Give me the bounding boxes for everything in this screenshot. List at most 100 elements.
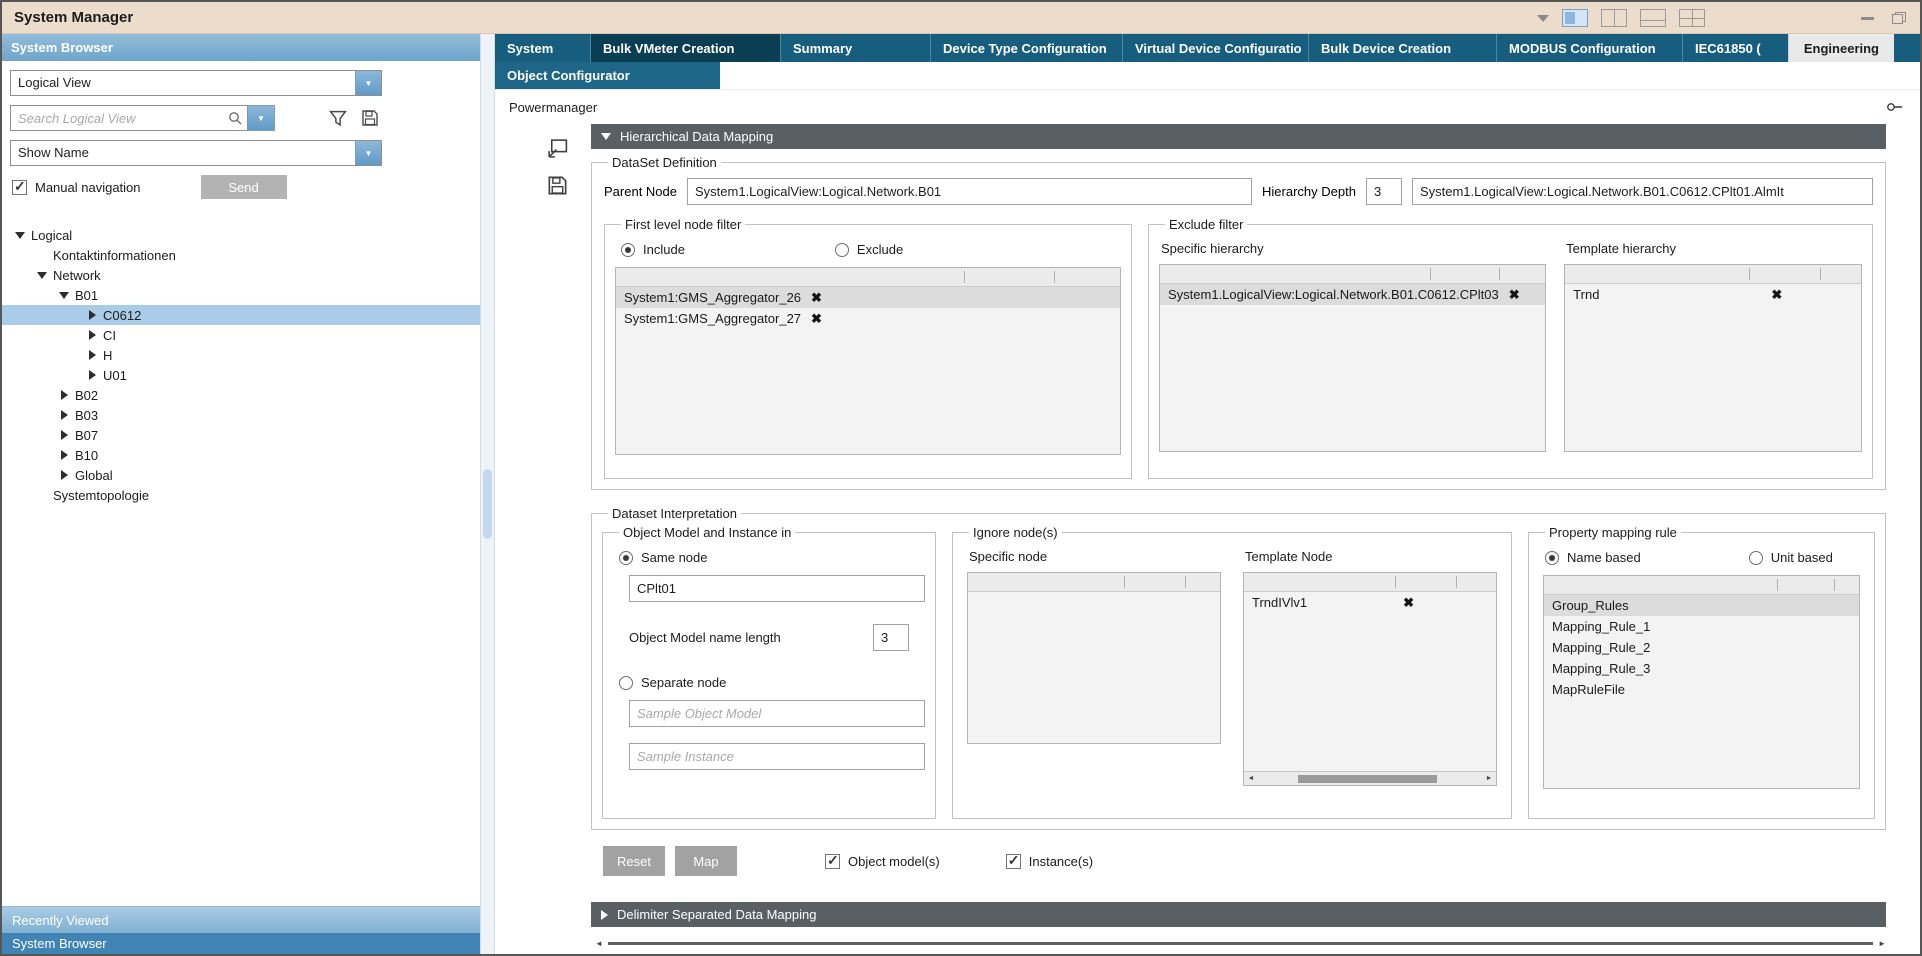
first-level-filter-list[interactable]: System1:GMS_Aggregator_26 ✖ System1:GMS_… [615,267,1121,455]
tree-item-ci[interactable]: CI [2,325,480,345]
name-based-radio[interactable] [1545,551,1559,565]
list-item[interactable]: System1.LogicalView:Logical.Network.B01.… [1160,284,1545,305]
tree-item-network[interactable]: Network [2,265,480,285]
tree-item-kontaktinformationen[interactable]: Kontaktinformationen [2,245,480,265]
scrollbar-thumb[interactable] [608,942,1873,945]
expand-arrow-icon[interactable] [15,232,25,239]
tree-item-h[interactable]: H [2,345,480,365]
search-icon[interactable] [228,111,242,125]
hierarchy-depth-input[interactable] [1366,178,1402,205]
collapse-arrow-icon[interactable] [61,430,68,440]
import-icon[interactable] [523,138,591,159]
collapse-section-icon[interactable] [601,133,611,140]
collapse-arrow-icon[interactable] [89,370,96,380]
remove-icon[interactable]: ✖ [1509,287,1520,303]
tree-item-b07[interactable]: B07 [2,425,480,445]
template-hierarchy-list[interactable]: Trnd ✖ [1564,264,1862,452]
specific-node-list[interactable] [967,572,1221,744]
tab-bulk-device-creation[interactable]: Bulk Device Creation [1308,34,1496,62]
layout-two-pane-icon[interactable] [1562,9,1588,27]
restore-button[interactable] [1892,12,1906,24]
dropdown-arrow-icon[interactable]: ▼ [355,71,381,95]
include-radio-item[interactable]: Include [621,242,685,257]
name-length-input[interactable] [873,624,909,651]
layout-split-vertical-icon[interactable] [1601,9,1627,27]
tab-iec61850[interactable]: IEC61850 ( [1682,34,1768,62]
list-item[interactable]: System1:GMS_Aggregator_27 ✖ [616,308,1120,329]
layout-quad-pane-icon[interactable] [1679,9,1705,27]
filter-funnel-icon[interactable] [329,110,347,127]
horizontal-scrollbar[interactable]: ◄ ► [1244,771,1496,785]
tab-modbus-configuration[interactable]: MODBUS Configuration [1496,34,1682,62]
delimiter-data-mapping-header[interactable]: Delimiter Separated Data Mapping [591,902,1886,927]
splitter-thumb[interactable] [483,469,492,539]
tree-item-global[interactable]: Global [2,465,480,485]
unit-based-radio[interactable] [1749,551,1763,565]
instances-checkbox[interactable] [1006,854,1021,869]
object-models-checkbox[interactable] [825,854,840,869]
pin-icon[interactable] [1886,100,1904,119]
collapse-arrow-icon[interactable] [61,450,68,460]
remove-icon[interactable]: ✖ [811,290,822,306]
mapping-rules-list[interactable]: Group_Rules Mapping_Rule_1 Mapping_Rule_… [1543,575,1860,789]
save-search-icon[interactable] [361,109,379,127]
specific-hierarchy-list[interactable]: System1.LogicalView:Logical.Network.B01.… [1159,264,1546,452]
remove-icon[interactable]: ✖ [811,311,822,327]
list-item[interactable]: Mapping_Rule_1 [1544,616,1859,637]
template-node-list[interactable]: TrndIVlv1 ✖ ◄ ► [1243,572,1497,786]
tree-item-c0612[interactable]: C0612 [2,305,480,325]
search-dropdown-arrow-icon[interactable]: ▼ [248,105,275,131]
collapse-arrow-icon[interactable] [61,390,68,400]
tree-item-logical[interactable]: Logical [2,225,480,245]
minimize-button[interactable] [1861,17,1874,20]
main-horizontal-scrollbar[interactable]: ◄ ► [595,937,1886,949]
view-dropdown[interactable]: Logical View ▼ [10,70,382,96]
expand-section-icon[interactable] [601,910,608,920]
list-item[interactable]: TrndIVlv1 ✖ [1244,592,1496,613]
remove-icon[interactable]: ✖ [1771,287,1782,303]
recently-viewed-bar[interactable]: Recently Viewed [2,906,480,933]
display-mode-dropdown[interactable]: Show Name ▼ [10,140,382,166]
collapse-arrow-icon[interactable] [89,310,96,320]
tree-item-b10[interactable]: B10 [2,445,480,465]
sample-instance-input[interactable] [629,743,925,770]
expand-arrow-icon[interactable] [37,272,47,279]
reset-button[interactable]: Reset [603,846,665,876]
sample-object-model-input[interactable] [629,700,925,727]
tab-system[interactable]: System [495,34,590,62]
collapse-arrow-icon[interactable] [89,330,96,340]
hierarchical-data-mapping-header[interactable]: Hierarchical Data Mapping [591,124,1886,149]
send-button[interactable]: Send [201,175,287,199]
tab-virtual-device-configuration[interactable]: Virtual Device Configuratio [1122,34,1308,62]
layout-bottom-pane-icon[interactable] [1640,9,1666,27]
sidebar-splitter[interactable] [480,34,495,954]
scroll-left-arrow-icon[interactable]: ◄ [1246,775,1256,782]
list-item[interactable]: Group_Rules [1544,595,1859,616]
tree-item-b01[interactable]: B01 [2,285,480,305]
unit-based-radio-item[interactable]: Unit based [1749,550,1833,565]
scroll-right-arrow-icon[interactable]: ► [1484,775,1494,782]
dropdown-arrow-icon[interactable]: ▼ [355,141,381,165]
sidebar-footer-tab[interactable]: System Browser [2,933,480,954]
same-node-radio-item[interactable]: Same node [619,550,925,565]
expand-arrow-icon[interactable] [59,292,69,299]
list-item[interactable]: Mapping_Rule_3 [1544,658,1859,679]
hierarchy-node-input[interactable] [1412,178,1873,205]
same-node-input[interactable] [629,575,925,602]
tree-item-b03[interactable]: B03 [2,405,480,425]
scrollbar-thumb[interactable] [1298,775,1437,783]
tree-item-u01[interactable]: U01 [2,365,480,385]
collapse-arrow-icon[interactable] [61,410,68,420]
tab-summary[interactable]: Summary [780,34,930,62]
tab-device-type-configuration[interactable]: Device Type Configuration [930,34,1122,62]
tab-bulk-vmeter-creation[interactable]: Bulk VMeter Creation [590,34,780,62]
save-icon[interactable] [523,175,591,196]
scroll-right-arrow-icon[interactable]: ► [1878,939,1886,948]
same-node-radio[interactable] [619,551,633,565]
list-item[interactable]: Trnd ✖ [1565,284,1861,305]
list-item[interactable]: MapRuleFile [1544,679,1859,700]
name-based-radio-item[interactable]: Name based [1545,550,1641,565]
list-item[interactable]: Mapping_Rule_2 [1544,637,1859,658]
manual-navigation-checkbox[interactable] [12,180,27,195]
separate-node-radio-item[interactable]: Separate node [619,675,925,690]
